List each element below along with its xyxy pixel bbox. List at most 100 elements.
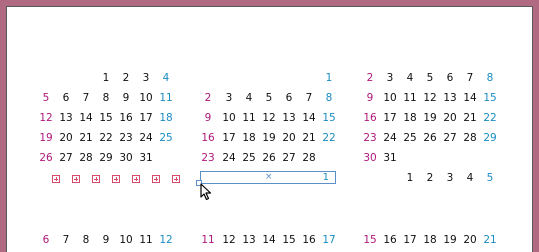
add-event-plus-icon[interactable] <box>132 175 140 183</box>
calendar-day-cell[interactable]: 10 <box>379 92 401 104</box>
calendar-day-cell[interactable]: 11 <box>238 112 260 124</box>
add-event-plus-icon[interactable] <box>152 175 160 183</box>
calendar-day-cell[interactable]: 13 <box>55 112 77 124</box>
calendar-day-cell[interactable]: 25 <box>238 152 260 164</box>
calendar-day-cell[interactable]: 7 <box>298 92 320 104</box>
calendar-day-cell[interactable]: 18 <box>238 132 260 144</box>
calendar-day-cell[interactable]: 9 <box>95 234 117 246</box>
calendar-day-cell[interactable]: 24 <box>218 152 240 164</box>
calendar-day-cell[interactable]: 27 <box>439 132 461 144</box>
calendar-day-cell[interactable]: 11 <box>155 92 177 104</box>
calendar-day-cell[interactable]: 14 <box>459 92 481 104</box>
calendar-day-cell[interactable]: 7 <box>75 92 97 104</box>
calendar-day-cell[interactable]: 1 <box>399 172 421 184</box>
calendar-day-cell[interactable]: 16 <box>359 112 381 124</box>
calendar-day-cell[interactable]: 21 <box>459 112 481 124</box>
calendar-day-cell[interactable]: 28 <box>459 132 481 144</box>
calendar-day-cell[interactable]: 13 <box>238 234 260 246</box>
calendar-day-cell[interactable]: 18 <box>419 234 441 246</box>
calendar-day-cell[interactable]: 11 <box>399 92 421 104</box>
calendar-day-cell[interactable]: 26 <box>35 152 57 164</box>
calendar-day-cell[interactable]: 28 <box>298 152 320 164</box>
calendar-day-cell[interactable]: 13 <box>278 112 300 124</box>
calendar-day-cell[interactable]: 10 <box>135 92 157 104</box>
calendar-day-cell[interactable]: 4 <box>459 172 481 184</box>
calendar-day-cell[interactable]: 14 <box>258 234 280 246</box>
add-event-plus-icon[interactable] <box>92 175 100 183</box>
calendar-day-cell[interactable]: 11 <box>197 234 219 246</box>
add-event-plus-icon[interactable] <box>72 175 80 183</box>
calendar-day-cell[interactable]: 12 <box>419 92 441 104</box>
calendar-day-cell[interactable]: 4 <box>155 72 177 84</box>
calendar-day-cell[interactable]: 25 <box>399 132 421 144</box>
calendar-day-cell[interactable]: 10 <box>115 234 137 246</box>
calendar-day-cell[interactable]: 31 <box>379 152 401 164</box>
calendar-day-cell[interactable]: 9 <box>115 92 137 104</box>
calendar-day-cell[interactable]: 3 <box>439 172 461 184</box>
calendar-day-cell[interactable]: 15 <box>95 112 117 124</box>
calendar-day-cell[interactable]: 3 <box>379 72 401 84</box>
calendar-day-cell[interactable]: 27 <box>55 152 77 164</box>
calendar-day-cell[interactable]: 26 <box>419 132 441 144</box>
calendar-day-cell[interactable]: 6 <box>55 92 77 104</box>
calendar-day-cell[interactable]: 3 <box>218 92 240 104</box>
calendar-day-cell[interactable]: 5 <box>479 172 501 184</box>
calendar-day-cell[interactable]: 18 <box>399 112 421 124</box>
calendar-day-cell[interactable]: 26 <box>258 152 280 164</box>
calendar-day-cell[interactable]: 15 <box>359 234 381 246</box>
calendar-day-cell[interactable]: 1 <box>318 72 340 84</box>
calendar-day-cell[interactable]: 22 <box>479 112 501 124</box>
calendar-day-cell[interactable]: 20 <box>459 234 481 246</box>
calendar-day-cell[interactable]: 19 <box>258 132 280 144</box>
calendar-day-cell[interactable]: 5 <box>258 92 280 104</box>
calendar-day-cell[interactable]: 21 <box>479 234 501 246</box>
calendar-day-cell[interactable]: 4 <box>238 92 260 104</box>
calendar-day-cell[interactable]: 6 <box>278 92 300 104</box>
calendar-day-cell[interactable]: 6 <box>35 234 57 246</box>
calendar-day-cell[interactable]: 8 <box>318 92 340 104</box>
calendar-day-cell[interactable]: 16 <box>379 234 401 246</box>
calendar-day-cell[interactable]: 19 <box>35 132 57 144</box>
add-event-plus-icon[interactable] <box>112 175 120 183</box>
calendar-day-cell[interactable]: 5 <box>35 92 57 104</box>
calendar-day-cell[interactable]: 17 <box>218 132 240 144</box>
editor-close-icon[interactable]: × <box>265 172 273 183</box>
inline-date-editor[interactable]: × 1 <box>200 171 336 184</box>
calendar-day-cell[interactable]: 27 <box>278 152 300 164</box>
calendar-day-cell[interactable]: 6 <box>439 72 461 84</box>
calendar-day-cell[interactable]: 21 <box>75 132 97 144</box>
calendar-day-cell[interactable]: 20 <box>55 132 77 144</box>
calendar-day-cell[interactable]: 23 <box>115 132 137 144</box>
calendar-day-cell[interactable]: 14 <box>298 112 320 124</box>
calendar-day-cell[interactable]: 20 <box>278 132 300 144</box>
calendar-day-cell[interactable]: 22 <box>95 132 117 144</box>
calendar-day-cell[interactable]: 17 <box>399 234 421 246</box>
calendar-day-cell[interactable]: 30 <box>115 152 137 164</box>
calendar-day-cell[interactable]: 14 <box>75 112 97 124</box>
calendar-day-cell[interactable]: 8 <box>95 92 117 104</box>
calendar-day-cell[interactable]: 19 <box>419 112 441 124</box>
calendar-day-cell[interactable]: 2 <box>115 72 137 84</box>
calendar-day-cell[interactable]: 9 <box>359 92 381 104</box>
calendar-day-cell[interactable]: 5 <box>419 72 441 84</box>
calendar-day-cell[interactable]: 28 <box>75 152 97 164</box>
calendar-day-cell[interactable]: 8 <box>479 72 501 84</box>
calendar-day-cell[interactable]: 15 <box>278 234 300 246</box>
calendar-day-cell[interactable]: 17 <box>135 112 157 124</box>
calendar-day-cell[interactable]: 21 <box>298 132 320 144</box>
calendar-day-cell[interactable]: 4 <box>399 72 421 84</box>
calendar-day-cell[interactable]: 16 <box>298 234 320 246</box>
calendar-day-cell[interactable]: 29 <box>479 132 501 144</box>
calendar-day-cell[interactable]: 11 <box>135 234 157 246</box>
editor-value[interactable]: 1 <box>323 172 329 183</box>
calendar-day-cell[interactable]: 16 <box>115 112 137 124</box>
calendar-day-cell[interactable]: 24 <box>379 132 401 144</box>
calendar-day-cell[interactable]: 22 <box>318 132 340 144</box>
add-event-plus-icon[interactable] <box>172 175 180 183</box>
calendar-day-cell[interactable]: 2 <box>197 92 219 104</box>
calendar-day-cell[interactable]: 19 <box>439 234 461 246</box>
calendar-day-cell[interactable]: 7 <box>55 234 77 246</box>
calendar-day-cell[interactable]: 2 <box>419 172 441 184</box>
calendar-day-cell[interactable]: 12 <box>35 112 57 124</box>
calendar-day-cell[interactable]: 23 <box>197 152 219 164</box>
